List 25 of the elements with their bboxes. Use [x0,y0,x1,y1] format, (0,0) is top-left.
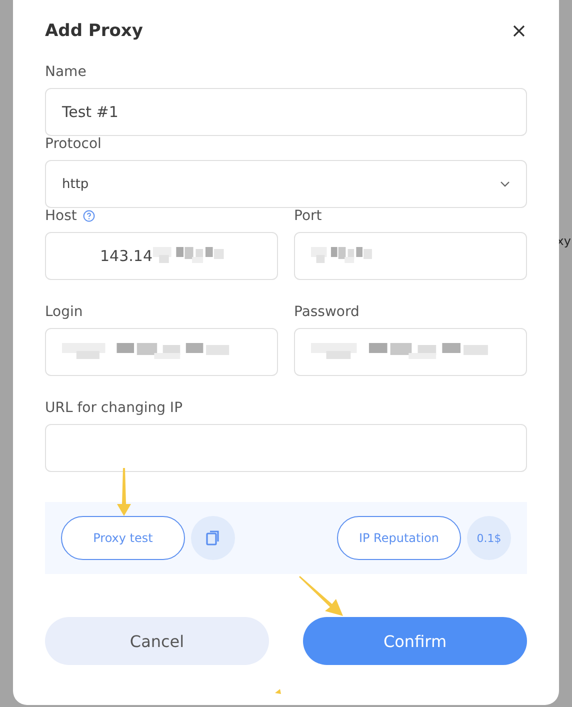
annotation-arrow [117,468,131,516]
annotation-arrow [299,576,343,616]
input-field[interactable] [294,232,527,280]
annotation-arrow [275,689,281,694]
input-field[interactable] [294,328,527,376]
dialog-title: Add Proxy [45,21,143,41]
cancel-button[interactable]: Cancel [45,617,269,665]
field-label: Protocol [45,136,102,152]
input-field[interactable] [45,328,278,376]
redacted-value-drawing [152,247,224,265]
field-label: Port [294,208,322,224]
input-field[interactable]: 143.14 [45,232,278,280]
field-label: URL for changing IP [45,400,183,416]
field-label: Login [45,304,83,320]
input-field[interactable] [45,424,527,472]
copy-icon [206,530,220,546]
chevron-down-icon [500,181,510,187]
field-label: Host [45,208,77,224]
field-label: Password [294,304,360,320]
field-label: Name [45,64,86,80]
close-button[interactable] [511,23,527,39]
redacted-value-drawing [311,247,373,265]
input-field[interactable]: Test #1 [45,88,527,136]
copy-button[interactable] [191,516,235,560]
protocol-select[interactable]: http [45,160,527,208]
